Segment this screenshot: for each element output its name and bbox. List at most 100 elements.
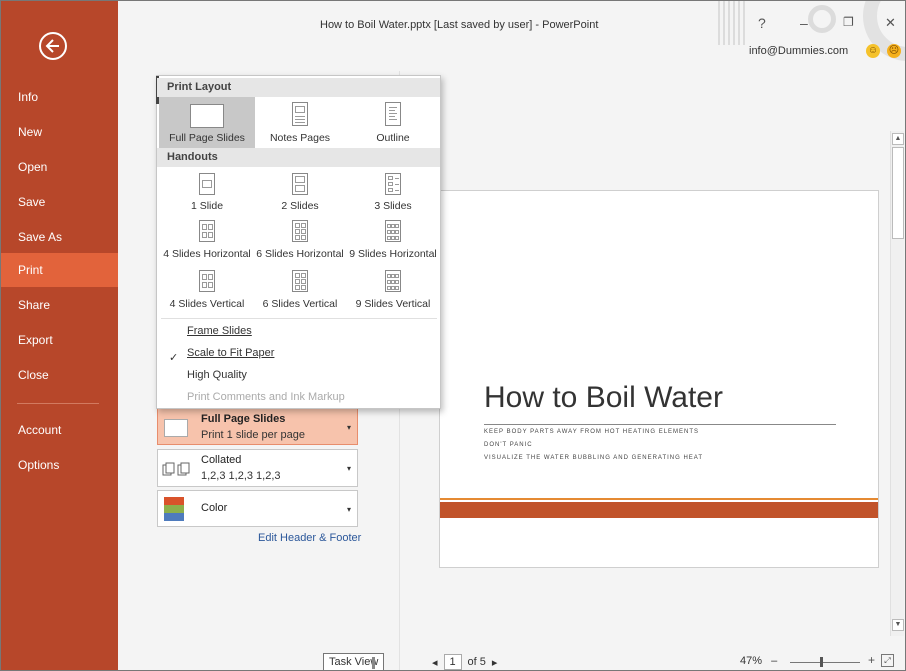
slide-accent-stripe <box>440 498 878 500</box>
option-notes-pages[interactable]: Notes Pages <box>252 97 348 148</box>
chevron-down-icon: ▾ <box>346 423 351 432</box>
account-email[interactable]: info@Dummies.com <box>749 45 848 57</box>
full-page-slide-icon <box>190 104 224 128</box>
high-quality-option[interactable]: High Quality <box>187 369 247 381</box>
sidebar-item-account[interactable]: Account <box>1 413 118 447</box>
slide-accent-band <box>440 502 878 518</box>
back-button[interactable] <box>39 32 67 60</box>
sidebar-item-print[interactable]: Print <box>1 253 118 287</box>
handout-1-slide-icon <box>199 173 215 195</box>
page-count: of 5 <box>467 656 486 668</box>
zoom-slider-handle[interactable] <box>820 657 823 667</box>
chevron-down-icon: ▾ <box>346 505 351 514</box>
full-page-slide-icon <box>164 419 188 437</box>
option-2-slides[interactable]: 2 Slides <box>252 168 348 215</box>
powerpoint-backstage: Info New Open Save Save As Print Share E… <box>0 0 906 671</box>
option-4-slides-horizontal[interactable]: 4 Slides Horizontal <box>159 217 255 265</box>
slide-title: How to Boil Water <box>484 381 723 414</box>
dropdown-subtitle: Print 1 slide per page <box>201 429 305 441</box>
send-frown-icon[interactable]: ☹ <box>887 44 901 58</box>
option-label: 1 Slide <box>190 200 224 212</box>
option-label: 6 Slides Vertical <box>262 298 338 310</box>
back-arrow-icon <box>45 39 59 53</box>
title-bar: How to Boil Water.pptx [Last saved by us… <box>118 1 905 71</box>
option-6-slides-horizontal[interactable]: 6 Slides Horizontal <box>252 217 348 265</box>
handout-3-slides-icon <box>385 173 401 195</box>
decorative-circle <box>808 5 836 33</box>
zoom-to-page-icon[interactable]: ⤢ <box>881 654 894 667</box>
sidebar-item-save[interactable]: Save <box>1 185 118 219</box>
scale-to-fit-option[interactable]: Scale to Fit Paper <box>187 347 274 359</box>
option-label: 4 Slides Vertical <box>169 298 245 310</box>
option-label: 9 Slides Horizontal <box>349 248 437 260</box>
zoom-percent: 47% <box>740 655 763 667</box>
backstage-sidebar: Info New Open Save Save As Print Share E… <box>1 1 118 670</box>
minimize-button[interactable]: – <box>800 15 808 31</box>
handout-9-vertical-icon <box>385 270 401 292</box>
zoom-in-button[interactable]: + <box>868 653 875 667</box>
restore-button[interactable]: ❐ <box>843 15 854 29</box>
sidebar-item-share[interactable]: Share <box>1 288 118 322</box>
option-4-slides-vertical[interactable]: 4 Slides Vertical <box>159 267 255 315</box>
sidebar-divider <box>17 403 99 404</box>
option-outline[interactable]: Outline <box>345 97 441 148</box>
handout-6-horizontal-icon <box>292 220 308 242</box>
zoom-level[interactable]: 47% – <box>740 655 777 667</box>
outline-page-icon <box>385 102 401 126</box>
current-page-input[interactable]: 1 <box>443 654 462 670</box>
handouts-header: Handouts <box>157 148 440 167</box>
frame-slides-option[interactable]: Frame Slides <box>187 325 252 337</box>
option-9-slides-horizontal[interactable]: 9 Slides Horizontal <box>345 217 441 265</box>
slide-preview: How to Boil Water KEEP BODY PARTS AWAY F… <box>439 190 879 568</box>
sidebar-item-info[interactable]: Info <box>1 80 118 114</box>
color-dropdown[interactable]: Color ▾ <box>157 490 358 527</box>
handout-6-vertical-icon <box>292 270 308 292</box>
notes-page-icon <box>292 102 308 126</box>
print-layout-header: Print Layout <box>157 78 440 97</box>
send-smile-icon[interactable]: ☺ <box>866 44 880 58</box>
preview-scrollbar[interactable]: ▲ ▼ <box>890 131 904 636</box>
option-label: Full Page Slides <box>169 132 245 144</box>
collated-pages-icon <box>162 462 190 476</box>
option-label: 2 Slides <box>281 200 319 212</box>
scroll-thumb[interactable] <box>892 147 904 239</box>
color-swatch-icon <box>164 497 184 521</box>
task-view-tooltip: Task View <box>323 653 385 670</box>
scroll-down-button[interactable]: ▼ <box>892 619 904 631</box>
option-1-slide[interactable]: 1 Slide <box>159 168 255 215</box>
option-6-slides-vertical[interactable]: 6 Slides Vertical <box>252 267 348 315</box>
print-layout-dropdown[interactable]: Full Page Slides Print 1 slide per page … <box>157 408 358 445</box>
slide-bullet: VISUALIZE THE WATER BUBBLING AND GENERAT… <box>484 455 704 461</box>
handout-9-horizontal-icon <box>385 220 401 242</box>
close-button[interactable]: ✕ <box>885 15 896 31</box>
zoom-slider-track[interactable] <box>790 662 860 663</box>
handout-4-horizontal-icon <box>199 220 215 242</box>
previous-page-button[interactable]: ◂ <box>432 656 438 669</box>
sidebar-item-options[interactable]: Options <box>1 448 118 482</box>
collation-dropdown[interactable]: Collated 1,2,3 1,2,3 1,2,3 ▾ <box>157 449 358 487</box>
option-full-page-slides[interactable]: Full Page Slides <box>159 97 255 148</box>
slide-bullet: KEEP BODY PARTS AWAY FROM HOT HEATING EL… <box>484 429 700 435</box>
sidebar-item-export[interactable]: Export <box>1 323 118 357</box>
option-label: Outline <box>376 132 410 144</box>
edit-header-footer-link[interactable]: Edit Header & Footer <box>258 532 361 544</box>
sidebar-item-new[interactable]: New <box>1 115 118 149</box>
dropdown-subtitle: 1,2,3 1,2,3 1,2,3 <box>201 470 281 482</box>
option-3-slides[interactable]: 3 Slides <box>345 168 441 215</box>
sidebar-item-open[interactable]: Open <box>1 150 118 184</box>
next-page-button[interactable]: ▸ <box>492 656 498 669</box>
zoom-out-button[interactable]: – <box>771 655 777 667</box>
option-label: 3 Slides <box>374 200 412 212</box>
sidebar-item-close[interactable]: Close <box>1 358 118 392</box>
option-9-slides-vertical[interactable]: 9 Slides Vertical <box>345 267 441 315</box>
decorative-stripes <box>718 1 748 45</box>
slide-bullet: DON'T PANIC <box>484 442 533 448</box>
scroll-up-button[interactable]: ▲ <box>892 133 904 145</box>
dropdown-title: Color <box>201 502 228 514</box>
sidebar-item-save-as[interactable]: Save As <box>1 220 118 254</box>
print-comments-option: Print Comments and Ink Markup <box>187 391 345 403</box>
preview-status-bar: ◂ 1 of 5 ▸ 47% – + ⤢ <box>400 651 905 670</box>
cursor-mark <box>372 657 375 669</box>
help-button[interactable]: ? <box>758 15 766 31</box>
print-layout-menu: Print Layout Full Page Slides Notes Page… <box>156 75 441 409</box>
